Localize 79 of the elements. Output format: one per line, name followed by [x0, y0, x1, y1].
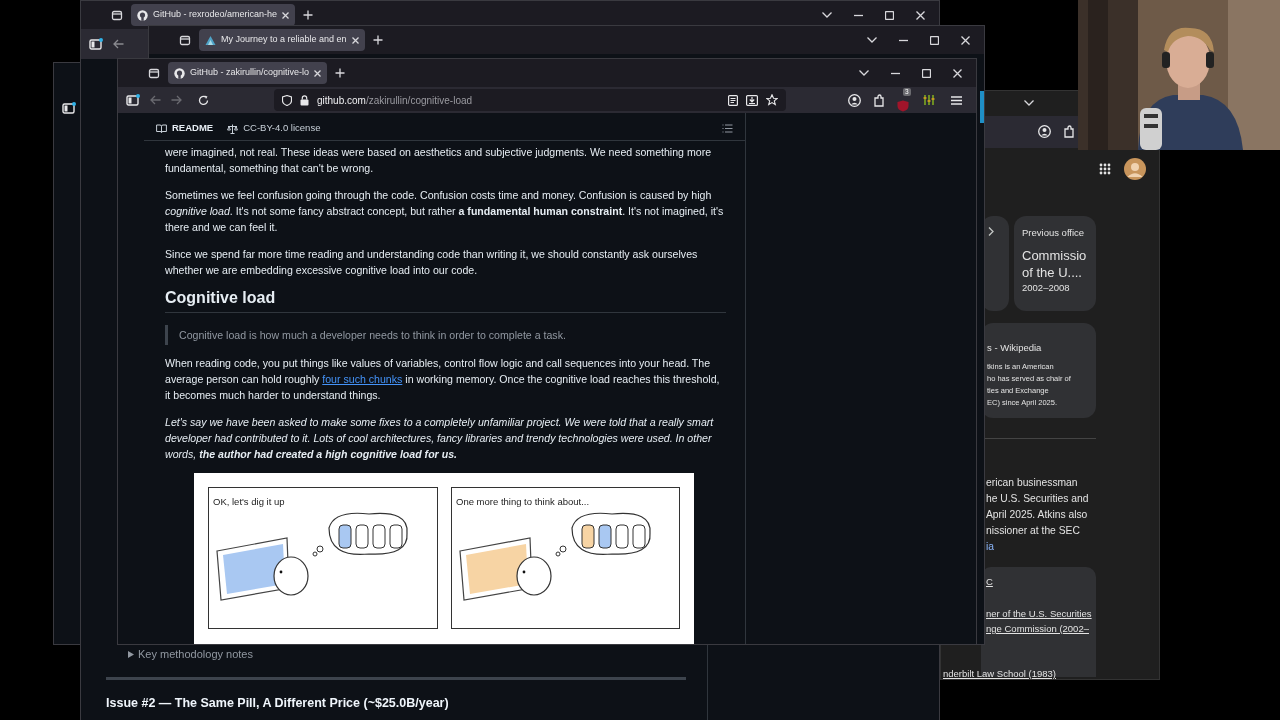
text-link[interactable]: four such chunks [322, 373, 403, 385]
extensions-icon[interactable] [1063, 125, 1075, 138]
head-drawing [273, 556, 309, 596]
facts-heading: C [986, 575, 993, 589]
browser-tab[interactable]: GitHub - rexrodeo/american-he [131, 4, 296, 26]
shield-icon[interactable] [282, 94, 292, 106]
menu-icon[interactable] [951, 95, 962, 105]
new-tab-icon[interactable] [335, 68, 346, 78]
chevron-right-icon[interactable] [988, 227, 994, 236]
close-icon[interactable] [953, 68, 962, 78]
details-summary[interactable]: Key methodology notes [138, 646, 253, 663]
outline-icon[interactable] [722, 124, 733, 133]
apps-grid-icon[interactable] [1099, 163, 1111, 175]
book-icon [156, 124, 167, 133]
education-text: nderbilt Law School (1983) [943, 667, 1056, 679]
tab-overflow-icon[interactable] [867, 37, 877, 43]
tab-list-icon[interactable] [179, 34, 191, 46]
scale-icon [227, 123, 239, 134]
blockquote: Cognitive load is how much a developer needs to think in order to complete a task. [165, 325, 726, 345]
close-tab-icon[interactable] [351, 36, 359, 44]
new-tab-icon[interactable] [372, 35, 383, 45]
fact-link[interactable]: ner of the U.S. Securities nge Commission (2002– [986, 606, 1092, 636]
tab-list-icon[interactable] [148, 67, 160, 79]
reload-icon[interactable] [198, 94, 209, 106]
close-icon[interactable] [961, 35, 970, 45]
download-icon[interactable] [746, 94, 758, 106]
maximize-icon[interactable] [930, 35, 939, 45]
back-icon[interactable] [113, 39, 124, 49]
address-bar[interactable]: github.com/zakirullin/cognitive-load [274, 89, 786, 111]
maximize-icon[interactable] [885, 10, 894, 20]
avatar-icon[interactable] [1124, 158, 1146, 180]
new-tab-icon[interactable] [303, 10, 314, 20]
forward-icon[interactable] [171, 95, 182, 105]
account-icon[interactable] [848, 93, 861, 107]
browser-tab[interactable]: My Journey to a reliable and en [199, 29, 365, 51]
card-years: 2002–2008 [1022, 281, 1071, 296]
license-tab[interactable]: CC-BY-4.0 license [227, 121, 321, 136]
sidebar-icon[interactable] [89, 38, 103, 50]
github-logo-icon [174, 67, 185, 79]
description-text: erican businessman he U.S. Securities and April 2025. Atkins also nissioner at the SEC [986, 476, 1089, 538]
sidebar-icon[interactable] [62, 102, 76, 114]
paragraph: Sometimes we feel confusion going through the code. Confusion costs time and money. Confusion is caused by high cognitive load. It's not some fancy abstract concept, but rather a fundamental human constraint. It's not imagined, it's there and we can feel it. [165, 188, 725, 235]
url-text[interactable]: github.com/zakirullin/cognitive-load [317, 92, 473, 108]
scroll-accent [980, 91, 984, 123]
office-card[interactable]: Previous office Commissio of the U.... 2002–2008 [1014, 216, 1096, 311]
account-icon[interactable] [1038, 125, 1051, 138]
section-heading: Cognitive load [165, 290, 726, 313]
star-icon[interactable] [766, 94, 778, 106]
close-tab-icon[interactable] [314, 69, 322, 77]
maximize-icon[interactable] [922, 68, 931, 78]
readme-tab[interactable]: README [156, 121, 214, 136]
tab-overflow-icon[interactable] [1024, 100, 1034, 106]
source-title: s - Wikipedia [987, 341, 1043, 355]
sidebar-icon[interactable] [126, 94, 140, 106]
comic-caption: OK, let's dig it up [213, 495, 285, 509]
github-logo-icon [137, 9, 148, 21]
reader-view-icon[interactable] [728, 94, 738, 106]
card-label: Previous office [1022, 226, 1086, 240]
lock-icon[interactable] [300, 94, 309, 106]
paragraph: Since we spend far more time reading and understanding code than writing it, we should constantly ask ourselves whether we are embedding excessive cognitive load into our code. [165, 247, 699, 278]
tab-overflow-icon[interactable] [859, 70, 869, 76]
paragraph: were imagined, not real. These ideas were based on aesthetics and subjective judgments. We need something more fundamental, something that can't be wrong. [165, 145, 713, 176]
card-title: Commissio of the U.... [1022, 247, 1088, 282]
browser-tab[interactable]: GitHub - zakirullin/cognitive-lo [168, 62, 328, 84]
back-icon[interactable] [150, 95, 161, 105]
tab-list-icon[interactable] [111, 9, 123, 21]
paragraph: Let's say we have been asked to make some fixes to a completely unfamiliar project. We were told that a really smart developer had contributed to it. Lots of cool architectures, fancy libraries and trendy technologies were used. In other words, the author had created a high cognitive load for us. [165, 415, 715, 462]
equalizer-icon[interactable] [923, 94, 935, 106]
section-heading: Issue #2 — The Same Pill, A Different Price (~$25.0B/year) [106, 694, 450, 712]
head-drawing [516, 556, 552, 596]
wikipedia-link[interactable]: ia [986, 539, 994, 555]
disclosure-triangle-icon[interactable] [128, 650, 134, 658]
tab-overflow-icon[interactable] [822, 12, 832, 18]
mountain-logo-icon [205, 34, 216, 46]
paragraph: When reading code, you put things like values of variables, control flow logic and call sequences into your head. The average person can hold roughly four such chunks in working memory. Once the cognitive load reaches this threshold, it becomes much harder to understand things. [165, 356, 721, 403]
close-icon[interactable] [916, 10, 925, 20]
comic-caption: One more thing to think about... [456, 495, 590, 509]
extensions-icon[interactable] [873, 93, 885, 107]
close-tab-icon[interactable] [282, 11, 290, 19]
